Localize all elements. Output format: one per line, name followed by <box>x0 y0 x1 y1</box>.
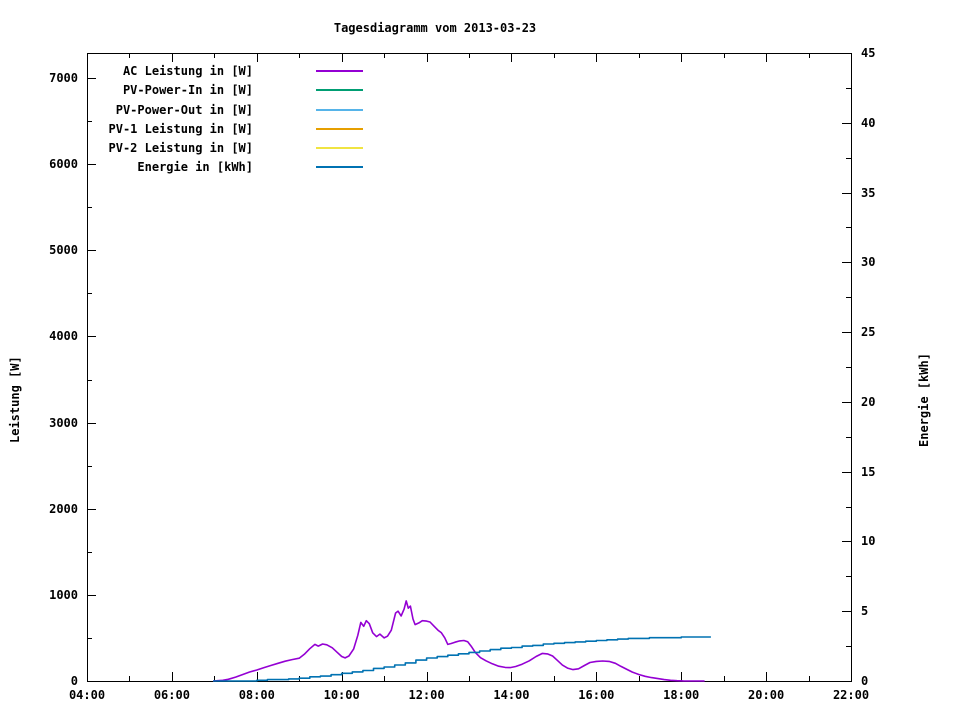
x-tick-label: 22:00 <box>832 688 870 702</box>
series-ac-leistung <box>213 600 705 682</box>
legend-label-pv-power-out: PV-Power-Out in [W] <box>115 102 253 117</box>
legend-row-pv-2-leistung: PV-2 Leistung in [W] <box>87 139 365 158</box>
legend-swatch-pv-2-leistung <box>316 147 363 150</box>
y-left-tick-label: 2000 <box>49 501 78 516</box>
y-right-tick-label: 20 <box>861 394 876 409</box>
legend-swatch-pv-power-in <box>316 89 363 92</box>
y-right-tick-label: 45 <box>861 46 876 60</box>
y-right-tick-label: 25 <box>861 325 876 340</box>
legend-label-pv-2-leistung: PV-2 Leistung in [W] <box>108 141 254 156</box>
legend-row-pv-1-leistung: PV-1 Leistung in [W] <box>87 120 365 139</box>
legend-label-ac-leistung: AC Leistung in [W] <box>122 64 253 78</box>
x-tick-label: 06:00 <box>153 688 190 702</box>
x-tick-label: 10:00 <box>323 688 360 702</box>
x-tick-label: 14:00 <box>493 688 530 702</box>
legend-label-pv-1-leistung: PV-1 Leistung in [W] <box>108 121 254 136</box>
legend-row-pv-power-out: PV-Power-Out in [W] <box>87 101 365 120</box>
x-tick-label: 04:00 <box>68 688 106 702</box>
legend-swatch-pv-1-leistung <box>316 127 363 130</box>
y-right-tick-label: 0 <box>861 674 869 688</box>
x-tick-label: 18:00 <box>663 688 700 702</box>
legend-row-ac-leistung: AC Leistung in [W] <box>87 62 365 81</box>
x-tick-label: 12:00 <box>408 688 445 702</box>
y-left-tick-label: 3000 <box>49 415 78 430</box>
y-right-tick-label: 15 <box>861 464 876 479</box>
legend-swatch-pv-power-out <box>316 108 363 111</box>
chart-root: Tagesdiagramm vom 2013-03-23 Leistung [W… <box>0 0 960 720</box>
x-tick-label: 20:00 <box>748 688 785 702</box>
legend-swatch-ac-leistung <box>316 70 363 72</box>
legend-row-energie: Energie in [kWh] <box>87 158 365 177</box>
legend-row-pv-power-in: PV-Power-In in [W] <box>87 81 365 100</box>
x-tick-label: 16:00 <box>578 688 615 702</box>
legend-swatch-energie <box>316 166 363 169</box>
y-left-tick-label: 0 <box>70 674 78 688</box>
y-right-tick-label: 40 <box>861 115 876 130</box>
y-left-tick-label: 1000 <box>49 587 78 602</box>
y-right-tick-label: 30 <box>861 255 876 270</box>
y-left-tick-label: 4000 <box>49 329 78 344</box>
series-energie <box>213 636 711 682</box>
y-right-tick-label: 10 <box>861 534 876 549</box>
legend-label-pv-power-in: PV-Power-In in [W] <box>122 83 253 98</box>
y-left-tick-label: 6000 <box>49 157 78 172</box>
y-right-tick-label: 35 <box>861 185 876 200</box>
legend-label-energie: Energie in [kWh] <box>137 160 253 175</box>
y-left-tick-label: 7000 <box>49 71 78 86</box>
legend: AC Leistung in [W] PV-Power-In in [W] PV-P… <box>87 62 365 178</box>
y-right-tick-label: 5 <box>861 604 869 619</box>
y-left-tick-label: 5000 <box>49 243 78 258</box>
x-tick-label: 08:00 <box>238 688 275 702</box>
